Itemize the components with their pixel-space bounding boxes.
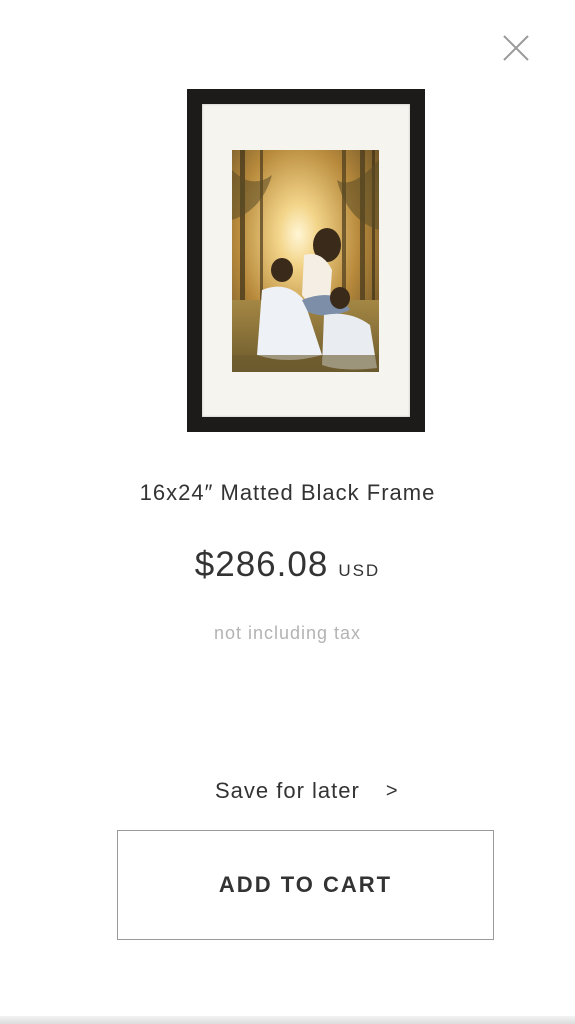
product-image-frame: [187, 89, 425, 432]
bottom-edge-divider: [0, 1016, 575, 1024]
save-for-later-label: Save for later: [215, 778, 360, 803]
save-for-later-link[interactable]: Save for later >: [215, 774, 398, 808]
close-button[interactable]: [498, 30, 534, 66]
close-icon: [503, 35, 529, 61]
product-title: 16x24″ Matted Black Frame: [139, 480, 436, 505]
price-row: $286.08 USD: [0, 545, 575, 585]
frame-mat: [202, 104, 410, 417]
chevron-right-icon: >: [385, 779, 398, 802]
product-photo: [232, 150, 379, 372]
add-to-cart-button[interactable]: ADD TO CART: [117, 830, 494, 940]
product-detail-modal: 16x24″ Matted Black Frame $286.08 USD not…: [0, 0, 575, 1024]
price-currency: USD: [338, 561, 381, 580]
product-price: $286.08: [194, 545, 329, 584]
tax-note: not including tax: [213, 623, 362, 643]
add-to-cart-label: ADD TO CART: [218, 872, 393, 897]
